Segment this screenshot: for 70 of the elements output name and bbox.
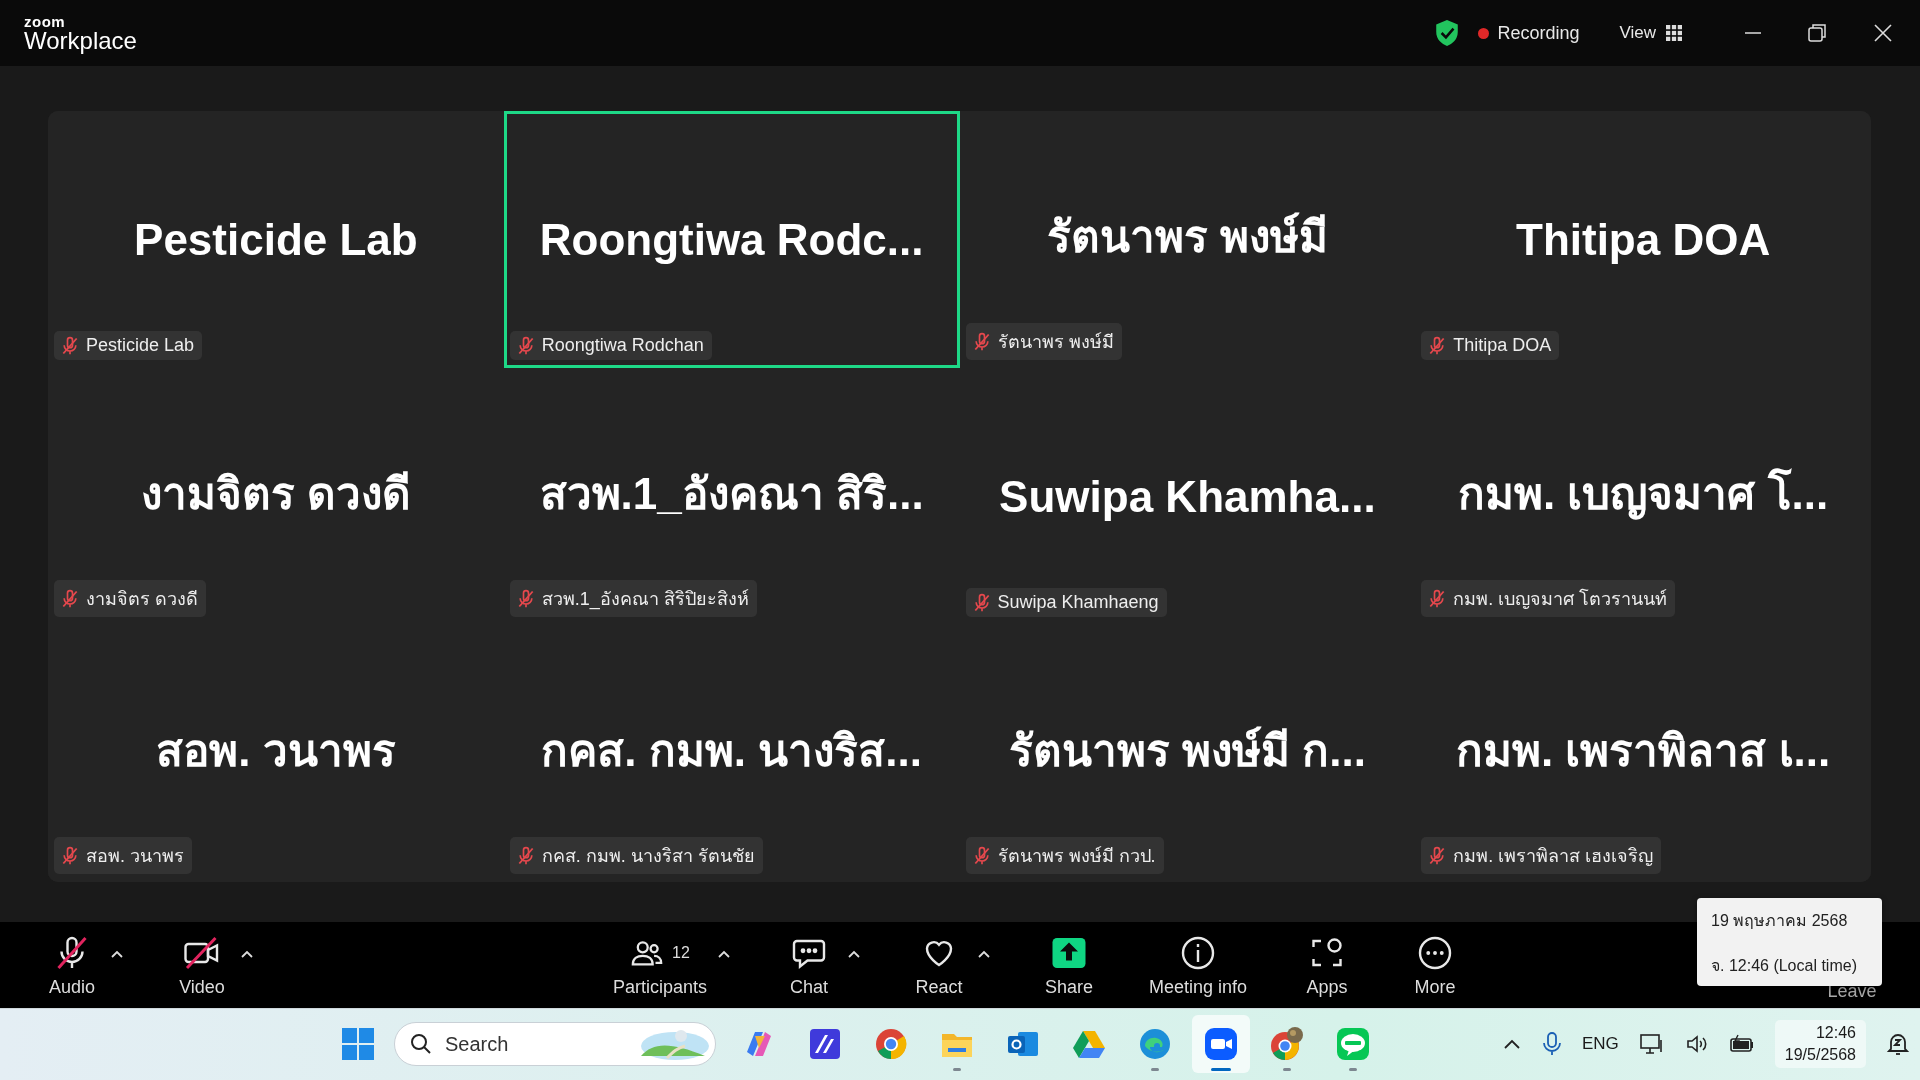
caret-up-icon (717, 948, 731, 959)
participant-count: 12 (672, 943, 690, 962)
participant-display-name: รัตนาพร พงษ์มี ก... (1008, 725, 1366, 778)
grid-icon (1666, 25, 1682, 42)
browser-profile-icon (1269, 1026, 1305, 1063)
participant-name-tag: สวพ.1_อังคณา สิริปิยะสิงห์ (509, 580, 757, 618)
recording-status: Recording (1497, 22, 1580, 44)
monitor-network-icon (1638, 1032, 1665, 1057)
participant-display-name: Pesticide Lab (134, 215, 418, 266)
participant-name-tag: รัตนาพร พงษ์มี กวป. (965, 837, 1164, 875)
participant-name-tag: Thitipa DOA (1421, 331, 1560, 361)
line-chat-app-icon (1335, 1026, 1371, 1063)
caret-up-icon (240, 948, 254, 959)
taskbar-app-button[interactable] (1192, 1015, 1250, 1074)
audio-button[interactable]: Audio (38, 928, 106, 1002)
participant-display-name: รัตนาพร พงษ์มี (1046, 211, 1328, 264)
clock-button[interactable]: 12:46 19/5/2568 (1774, 1020, 1866, 1069)
caret-up-icon (977, 948, 991, 959)
view-button[interactable]: View (1615, 19, 1686, 48)
participant-name-tag: Roongtiwa Rodchan (509, 331, 712, 361)
leave-button[interactable]: Leave (1818, 976, 1886, 1006)
participant-name-tag: Pesticide Lab (54, 331, 203, 361)
react-button[interactable]: React (905, 928, 973, 1002)
windows-logo-icon (340, 1026, 376, 1063)
apps-button[interactable]: Apps (1293, 928, 1362, 1002)
participant-display-name: กมพ. เบญจมาศ โ... (1457, 467, 1829, 522)
participant-name-tag: สอพ. วนาพร (54, 837, 192, 875)
start-button[interactable] (340, 1026, 376, 1063)
participant-display-name: สอพ. วนาพร (156, 725, 396, 778)
recording-indicator-icon (1478, 27, 1490, 39)
participant-display-name: สวพ.1_อังคณา สิริ... (539, 468, 924, 521)
tooltip-time: จ. 12:46 (Local time) (1711, 956, 1858, 977)
participant-display-name: งามจิตร ดวงดี (140, 468, 411, 521)
share-button[interactable]: Share (1035, 928, 1103, 1002)
participant-name-tag: กคส. กมพ. นางริสา รัตนชัย (509, 837, 763, 875)
logo-wordmark: zoom (24, 13, 67, 29)
input-language[interactable]: ENG (1581, 1034, 1619, 1055)
participant-display-name: กมพ. เพราพิลาส เ... (1455, 725, 1831, 778)
participant-display-name: Suwipa Khamha... (999, 472, 1376, 523)
restore-button[interactable] (1806, 22, 1828, 45)
caret-up-icon (847, 948, 861, 959)
chat-button[interactable]: Chat (775, 928, 843, 1002)
app-title: Workplace (24, 28, 137, 53)
microphone-tray-button[interactable] (1541, 1031, 1562, 1058)
video-button[interactable]: Video (168, 928, 236, 1002)
participant-name-tag: กมพ. เพราพิลาส เฮงเจริญ (1421, 837, 1662, 875)
microphone-icon (1541, 1031, 1562, 1058)
tooltip-date: 19 พฤษภาคม 2568 (1711, 911, 1849, 932)
security-shield-icon (1434, 19, 1461, 48)
restore-icon (1806, 22, 1828, 45)
minimize-icon (1744, 31, 1762, 36)
participant-name-tag: รัตนาพร พงษ์มี (965, 323, 1122, 361)
video-meeting-app-icon (1203, 1026, 1239, 1063)
info-icon (1180, 934, 1216, 971)
participant-name-tag: Suwipa Khamhaeng (965, 588, 1167, 618)
more-icon (1417, 934, 1454, 971)
network-button[interactable] (1638, 1032, 1665, 1057)
participant-display-name: กคส. กมพ. นางริส... (541, 725, 922, 778)
participant-name-tag: กมพ. เบญจมาศ โตวรานนท์ (1421, 580, 1676, 618)
bell-sleep-icon (1886, 1031, 1910, 1058)
notifications-button[interactable] (1886, 1031, 1910, 1058)
more-button[interactable]: More (1401, 928, 1470, 1002)
caret-up-icon (110, 948, 124, 959)
participant-display-name: Roongtiwa Rodc... (539, 215, 924, 266)
participants-button[interactable]: 12 Participants (606, 928, 713, 1002)
participant-video-tile[interactable]: Roongtiwa Rodc... Roongtiwa Rodchan (503, 111, 960, 369)
search-field[interactable]: Search (394, 1022, 716, 1067)
info-button[interactable]: Meeting info (1143, 928, 1254, 1002)
participant-name-tag: งามจิตร ดวงดี (54, 580, 206, 618)
participant-display-name: Thitipa DOA (1516, 215, 1771, 266)
